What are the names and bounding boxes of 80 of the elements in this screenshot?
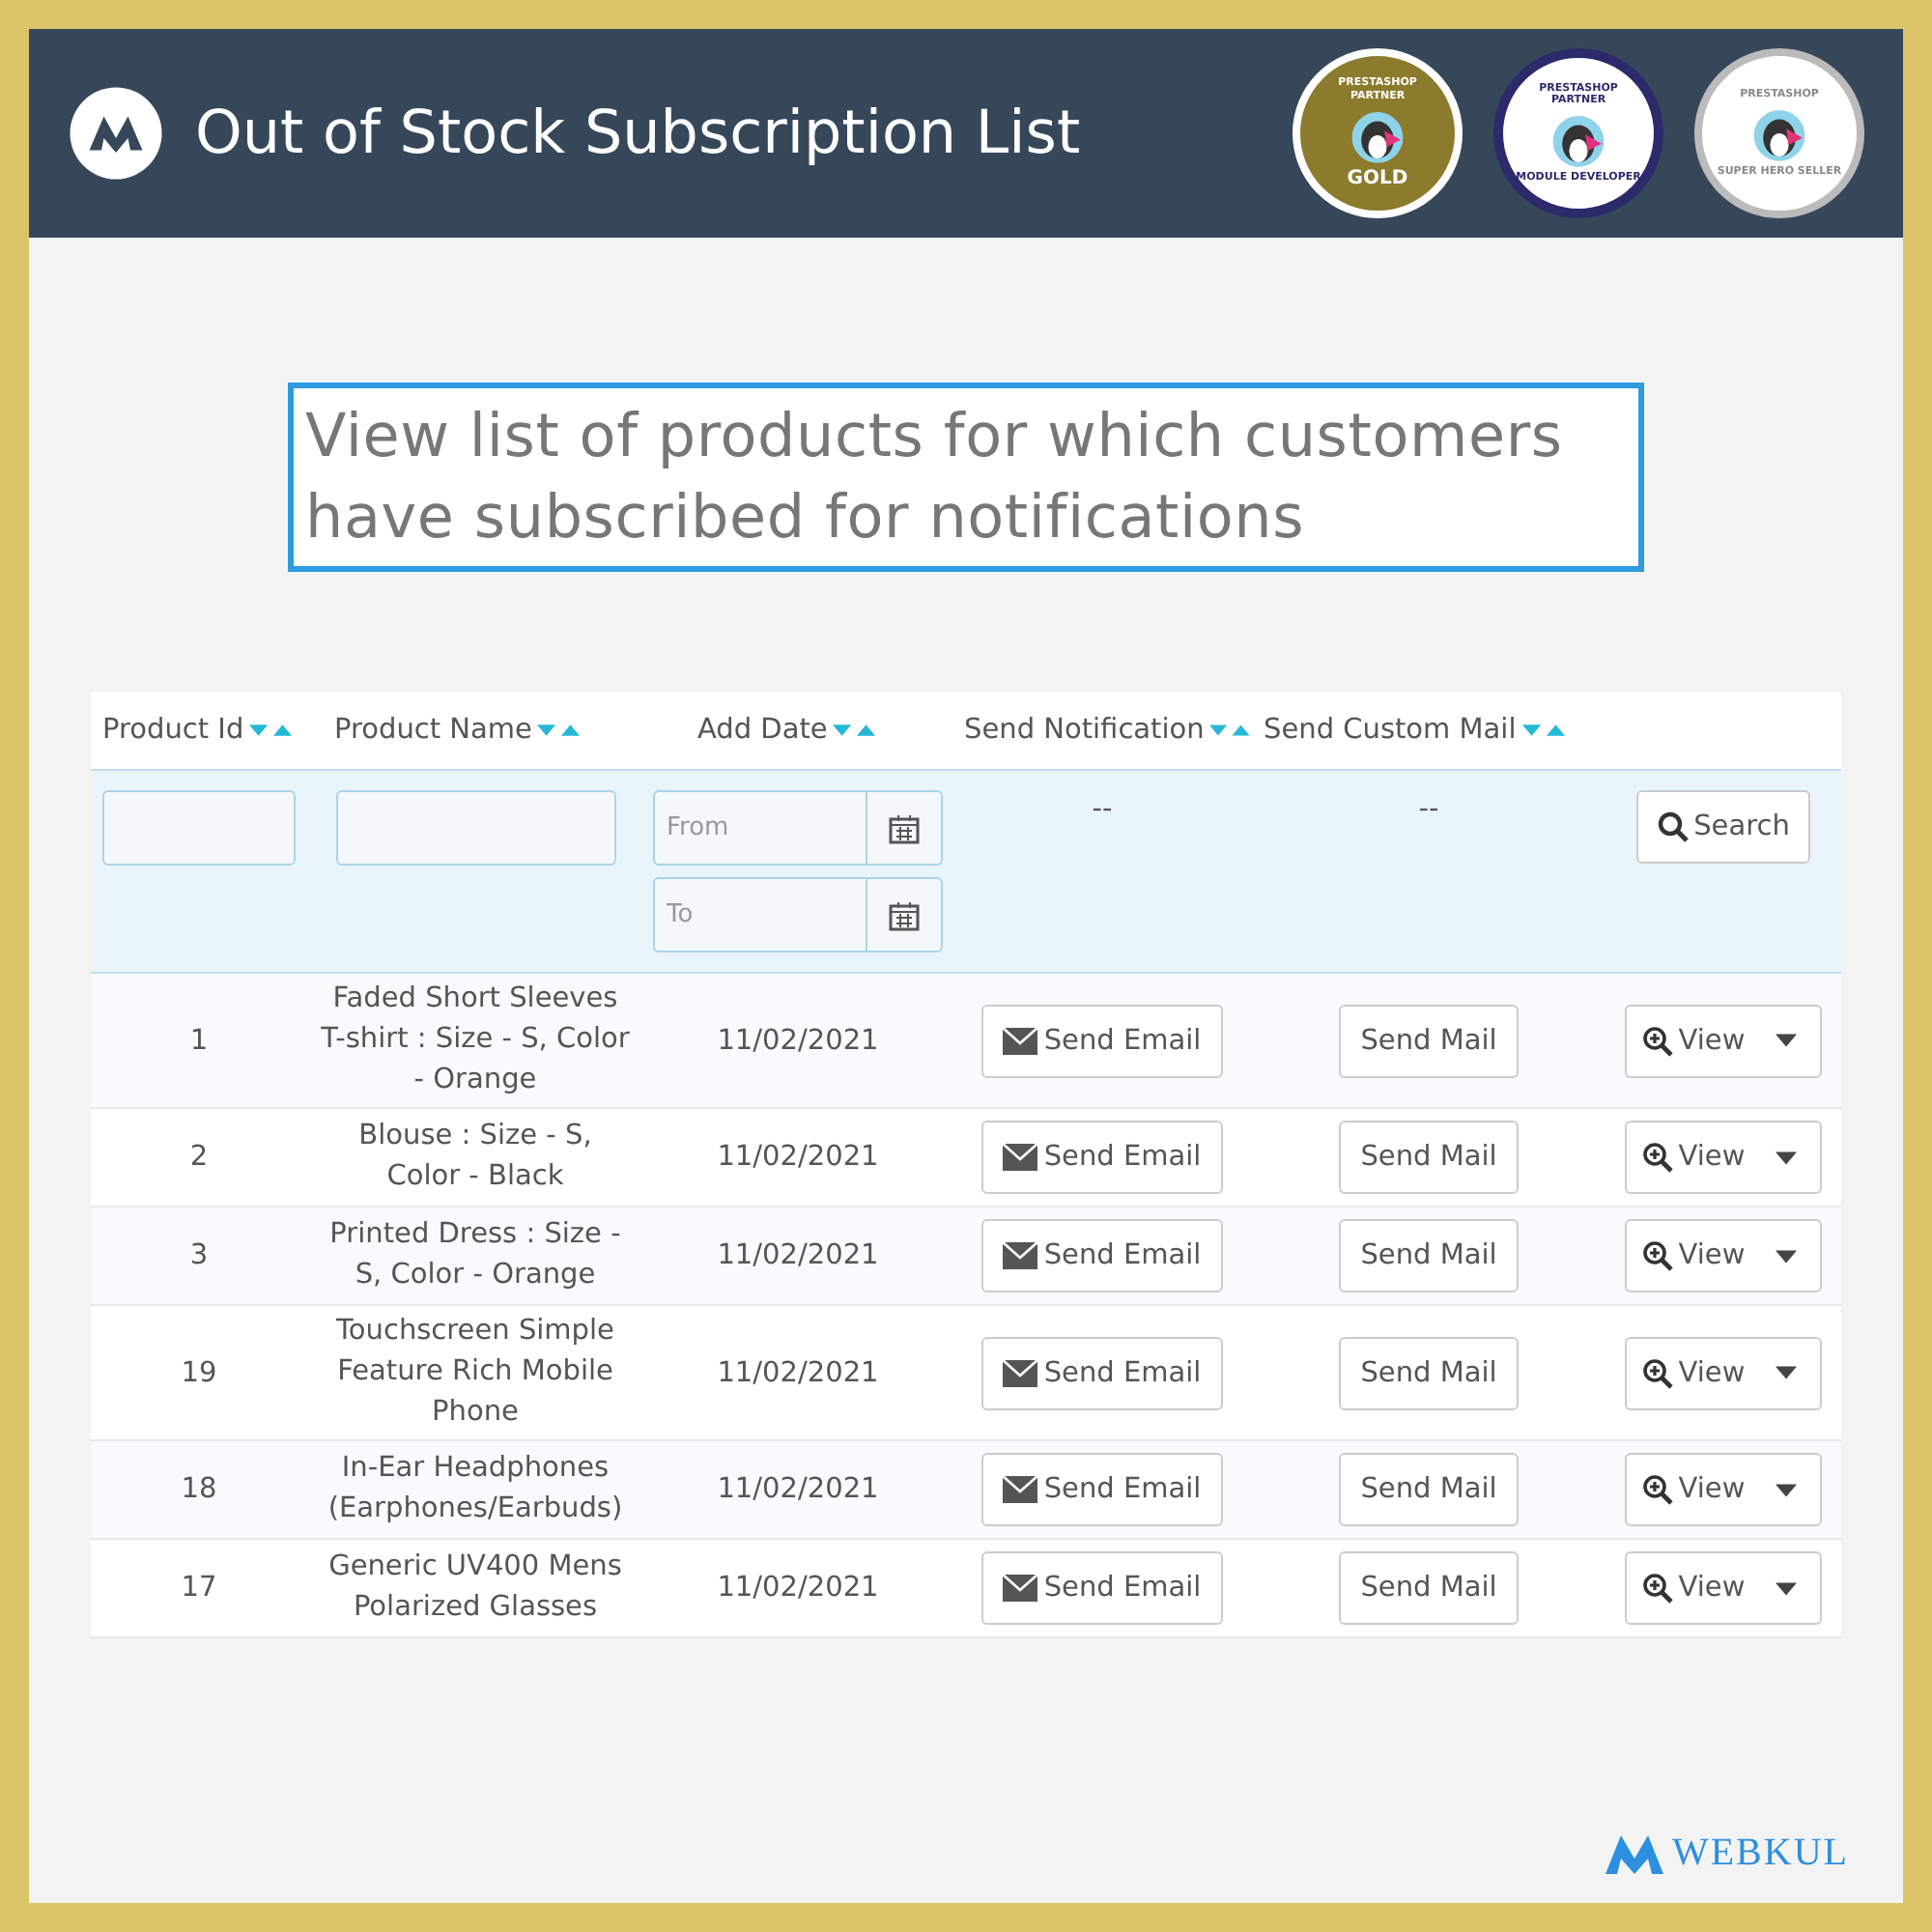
envelope-icon (1003, 1027, 1038, 1054)
send-mail-button[interactable]: Send Mail (1339, 1336, 1519, 1409)
send-email-button[interactable]: Send Email (981, 1219, 1223, 1293)
table-cell-text: Blouse : Size - S, Color - Black (356, 1119, 594, 1196)
empty-filter: -- (1418, 794, 1439, 825)
dropdown-button[interactable] (1760, 1121, 1823, 1194)
send-email-button[interactable]: Send Email (981, 1551, 1223, 1625)
date-from-field[interactable]: From (653, 790, 943, 866)
table-cell: 3 (189, 1240, 209, 1271)
name-filter-field[interactable] (335, 790, 615, 866)
caret-icon (1776, 1151, 1798, 1164)
calendar-icon[interactable] (889, 812, 920, 843)
search-button[interactable]: Search (1635, 790, 1811, 864)
id-filter-field[interactable] (102, 790, 296, 866)
table-cell: 11/02/2021 (717, 1142, 879, 1173)
envelope-icon (1003, 1359, 1038, 1386)
zoom-in-icon (1641, 1142, 1673, 1173)
table-cell: 2 (189, 1142, 209, 1173)
date-to-field[interactable]: To (653, 877, 943, 952)
send-email-button[interactable]: Send Email (981, 1004, 1223, 1077)
table-cell: 11/02/2021 (717, 1474, 879, 1505)
webkul-logo-icon (1605, 1834, 1664, 1873)
envelope-icon (1003, 1476, 1038, 1503)
caret-icon (1776, 1483, 1798, 1496)
send-email-button[interactable]: Send Email (981, 1121, 1223, 1194)
zoom-in-icon (1641, 1573, 1673, 1604)
column-header[interactable]: Product Id (102, 715, 244, 746)
send-mail-button[interactable]: Send Mail (1339, 1551, 1519, 1625)
table-cell: 19 (181, 1357, 217, 1388)
view-button[interactable]: View (1624, 1121, 1761, 1194)
dropdown-button[interactable] (1760, 1336, 1823, 1409)
callout-text: View list of products for which customers have subscribed for notifications (288, 383, 1644, 572)
dropdown-button[interactable] (1760, 1551, 1823, 1625)
caret-icon (1776, 1034, 1798, 1047)
logo-icon (68, 85, 164, 182)
table-cell-text: Faded Short Sleeves T-shirt : Size - S, Color - Orange (321, 981, 630, 1099)
send-email-button[interactable]: Send Email (981, 1336, 1223, 1409)
table-cell: 11/02/2021 (717, 1573, 879, 1604)
page-title: Out of Stock Subscription List (195, 99, 1083, 168)
zoom-in-icon (1641, 1357, 1673, 1388)
send-mail-button[interactable]: Send Mail (1339, 1219, 1519, 1293)
envelope-icon (1003, 1242, 1038, 1269)
table-cell: 17 (181, 1573, 217, 1604)
column-header[interactable]: Add Date (697, 715, 828, 746)
send-mail-button[interactable]: Send Mail (1339, 1121, 1519, 1194)
search-icon (1657, 811, 1689, 842)
zoom-in-icon (1641, 1474, 1673, 1505)
table-cell: 11/02/2021 (717, 1357, 879, 1388)
empty-filter: -- (1092, 794, 1113, 825)
table-cell: 11/02/2021 (717, 1240, 879, 1271)
table-cell-text: Touchscreen Simple Feature Rich Mobile Phone (334, 1314, 616, 1432)
table-cell-text: Printed Dress : Size - S, Color - Orange (327, 1217, 623, 1294)
envelope-icon (1003, 1144, 1038, 1171)
view-button[interactable]: View (1624, 1453, 1761, 1526)
send-mail-button[interactable]: Send Mail (1339, 1004, 1519, 1077)
table-cell: 18 (181, 1474, 217, 1505)
calendar-icon[interactable] (889, 899, 920, 930)
dropdown-button[interactable] (1760, 1219, 1823, 1293)
send-mail-button[interactable]: Send Mail (1339, 1453, 1519, 1526)
view-button[interactable]: View (1624, 1004, 1761, 1077)
zoom-in-icon (1641, 1240, 1673, 1271)
view-button[interactable]: View (1624, 1551, 1761, 1625)
brand-name: WEBKUL (1671, 1832, 1849, 1876)
zoom-in-icon (1641, 1025, 1673, 1056)
caret-icon (1776, 1366, 1798, 1379)
view-button[interactable]: View (1624, 1219, 1761, 1293)
envelope-icon (1003, 1575, 1038, 1602)
table-cell: 11/02/2021 (717, 1025, 879, 1056)
column-header[interactable]: Send Notification (964, 715, 1205, 746)
table-cell-text: In-Ear Headphones (Earphones/Earbuds) (326, 1451, 625, 1528)
send-email-button[interactable]: Send Email (981, 1453, 1223, 1526)
dropdown-button[interactable] (1760, 1004, 1823, 1077)
column-header[interactable]: Send Custom Mail (1264, 715, 1517, 746)
table-cell-text: Generic UV400 Mens Polarized Glasses (327, 1549, 624, 1627)
caret-icon (1776, 1581, 1798, 1595)
column-header[interactable]: Product Name (334, 715, 532, 746)
caret-icon (1776, 1249, 1798, 1263)
dropdown-button[interactable] (1760, 1453, 1823, 1526)
table-cell: 1 (189, 1025, 209, 1056)
view-button[interactable]: View (1624, 1336, 1761, 1409)
